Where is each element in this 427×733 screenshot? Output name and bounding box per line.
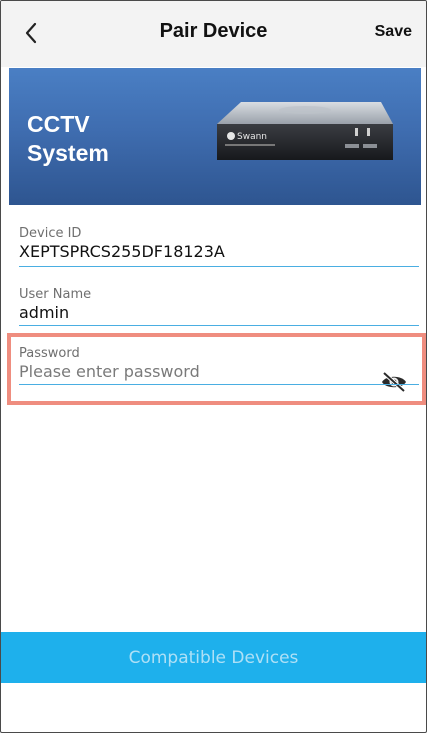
compatible-devices-button[interactable]: Compatible Devices [1,632,426,683]
top-bar: Pair Device Save [1,1,426,67]
app-frame: Pair Device Save CCTV System Swann Devic… [0,0,427,733]
save-button[interactable]: Save [375,23,412,41]
user-name-field[interactable]: User Name admin [19,287,419,329]
banner-title-line1: CCTV [27,111,90,137]
password-label: Password [19,346,80,361]
password-field[interactable]: Password [19,346,419,393]
password-underline [19,384,419,385]
password-visibility-toggle[interactable] [381,371,407,393]
device-id-field[interactable]: Device ID XEPTSPRCS255DF18123A [19,226,419,268]
user-name-underline [19,325,419,326]
device-brand-label: Swann [237,132,267,142]
device-banner: CCTV System Swann [9,68,421,205]
eye-off-icon [382,371,406,393]
password-input[interactable] [19,362,349,382]
device-id-underline [19,266,419,267]
page-title: Pair Device [159,20,268,42]
user-name-value[interactable]: admin [19,303,419,323]
dvr-device-image: Swann [217,102,393,160]
device-id-label: Device ID [19,226,82,241]
banner-title-line2: System [27,140,109,166]
banner-title: CCTV System [27,110,109,168]
user-name-label: User Name [19,287,92,302]
device-id-value[interactable]: XEPTSPRCS255DF18123A [19,242,419,262]
